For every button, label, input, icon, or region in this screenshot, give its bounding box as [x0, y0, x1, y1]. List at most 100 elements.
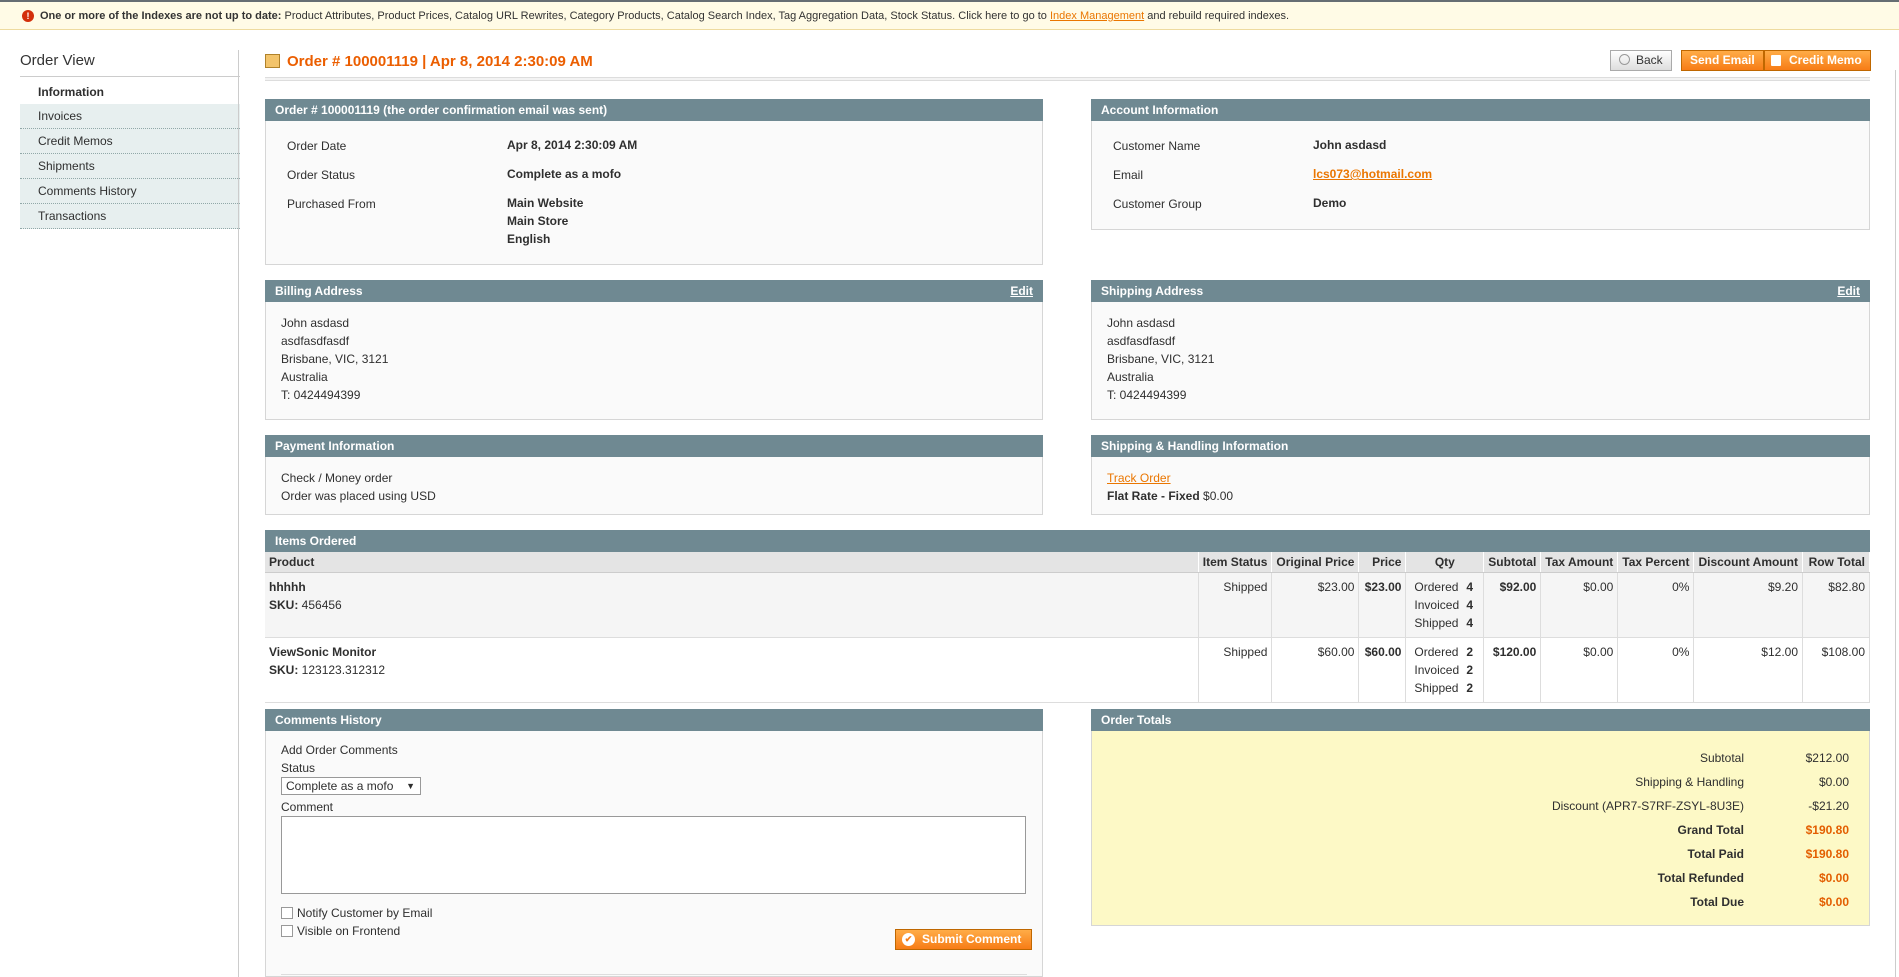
- customer-email-link[interactable]: lcs073@hotmail.com: [1313, 165, 1432, 183]
- sidebar: Order View Information Invoices Credit M…: [20, 52, 240, 229]
- product-sku: 456456: [298, 597, 342, 612]
- shipping-handling-title: Shipping & Handling Information: [1091, 435, 1870, 457]
- credit-memo-button[interactable]: Credit Memo: [1764, 50, 1871, 71]
- shipping-address-title: Shipping Address: [1101, 284, 1204, 298]
- visible-frontend-checkbox[interactable]: [281, 925, 293, 937]
- billing-address-header: Billing Address Edit: [265, 280, 1043, 302]
- qty-ordered-label: Ordered: [1414, 644, 1459, 659]
- shipping-handling-amount: $0.00: [1818, 775, 1849, 789]
- billing-address-body: John asdasd asdfasdfasdf Brisbane, VIC, …: [265, 302, 1043, 420]
- comments-divider: [281, 974, 1027, 975]
- col-discount-amount: Discount Amount: [1693, 552, 1803, 573]
- payment-box: Payment Information Check / Money order …: [265, 435, 1043, 515]
- shipping-name: John asdasd: [1107, 316, 1176, 330]
- total-refunded-amount: $0.00: [1818, 871, 1849, 885]
- index-management-link[interactable]: Index Management: [1050, 10, 1144, 22]
- credit-memo-icon: [1771, 55, 1781, 66]
- header-rule: [265, 77, 1870, 81]
- items-ordered: Items Ordered Product Item Status Origin…: [265, 530, 1870, 703]
- send-email-button[interactable]: Send Email: [1681, 50, 1764, 71]
- subtotal: $120.00: [1483, 637, 1542, 703]
- order-totals-box: Order Totals Subtotal $212.00 Shipping & …: [1091, 709, 1870, 926]
- order-box-title: Order # 100001119 (the order confirmatio…: [265, 99, 1043, 121]
- total-paid-label: Total Paid: [1687, 847, 1744, 861]
- grand-total-label: Grand Total: [1677, 823, 1744, 837]
- qty-invoiced: 2: [1466, 662, 1474, 677]
- tab-comments-history[interactable]: Comments History: [20, 179, 240, 204]
- col-product: Product: [265, 552, 1199, 573]
- comments-history-box: Comments History Add Order Comments Stat…: [265, 709, 1043, 977]
- tax-percent: 0%: [1617, 572, 1695, 638]
- status-select[interactable]: Complete as a mofo ▼: [281, 777, 421, 795]
- order-icon: [265, 54, 280, 68]
- page-title: Order # 100001119 | Apr 8, 2014 2:30:09 …: [287, 53, 593, 70]
- row-total: $108.00: [1802, 637, 1870, 703]
- billing-address-title: Billing Address: [275, 284, 363, 298]
- comment-label: Comment: [281, 800, 334, 814]
- discount-amount-total: -$21.20: [1808, 799, 1849, 813]
- tab-shipments[interactable]: Shipments: [20, 154, 240, 179]
- original-price: $23.00: [1271, 572, 1360, 638]
- order-date: Apr 8, 2014 2:30:09 AM: [507, 138, 638, 152]
- tab-credit-memos[interactable]: Credit Memos: [20, 129, 240, 154]
- product-name: ViewSonic Monitor: [269, 644, 377, 659]
- account-box-body: Customer Name John asdasd Email lcs073@hot…: [1091, 121, 1870, 230]
- notice-lead: One or more of the Indexes are not up to…: [40, 10, 282, 22]
- qty-invoiced: 4: [1466, 597, 1474, 612]
- tab-invoices[interactable]: Invoices: [20, 104, 240, 129]
- notify-customer-label: Notify Customer by Email: [297, 906, 433, 920]
- credit-memo-label: Credit Memo: [1789, 53, 1862, 67]
- shipping-method: Flat Rate - Fixed: [1107, 489, 1200, 503]
- qty-cell: Ordered 4 Invoiced 4 Shipped 4: [1405, 572, 1485, 638]
- qty-ordered: 2: [1466, 644, 1474, 659]
- customer-name-label: Customer Name: [1113, 139, 1201, 153]
- qty-ordered-label: Ordered: [1414, 579, 1459, 594]
- discount-amount: $12.00: [1693, 637, 1803, 703]
- back-icon: [1619, 54, 1630, 65]
- notify-customer-checkbox[interactable]: [281, 907, 293, 919]
- comment-textarea[interactable]: [281, 816, 1026, 894]
- visible-frontend-label: Visible on Frontend: [297, 924, 401, 938]
- items-box: Items Ordered: [265, 530, 1870, 552]
- back-label: Back: [1636, 53, 1663, 67]
- chevron-down-icon: ▼: [406, 781, 415, 791]
- payment-title: Payment Information: [265, 435, 1043, 457]
- shipping-country: Australia: [1107, 370, 1154, 384]
- tab-information[interactable]: Information: [20, 80, 240, 104]
- qty-shipped: 4: [1466, 615, 1474, 630]
- qty-cell: Ordered 2 Invoiced 2 Shipped 2: [1405, 637, 1485, 703]
- billing-country: Australia: [281, 370, 328, 384]
- shipping-city: Brisbane, VIC, 3121: [1107, 352, 1215, 366]
- product-cell: ViewSonic Monitor SKU: 123123.312312: [265, 637, 1199, 703]
- billing-edit-link[interactable]: Edit: [1010, 280, 1033, 302]
- comments-history-title: Comments History: [265, 709, 1043, 731]
- discount-label: Discount (APR7-S7RF-ZSYL-8U3E): [1551, 799, 1744, 813]
- billing-address-box: Billing Address Edit John asdasd asdfasdf…: [265, 280, 1043, 420]
- product-sku: 123123.312312: [298, 662, 386, 677]
- shipping-street: asdfasdfasdf: [1107, 334, 1176, 348]
- tab-transactions[interactable]: Transactions: [20, 204, 240, 229]
- comments-body: Add Order Comments Status Complete as a …: [265, 731, 1043, 977]
- qty-invoiced-label: Invoiced: [1414, 662, 1460, 677]
- track-order-link[interactable]: Track Order: [1107, 471, 1171, 485]
- customer-name: John asdasd: [1313, 138, 1387, 152]
- shipping-edit-link[interactable]: Edit: [1837, 280, 1860, 302]
- col-original-price: Original Price: [1271, 552, 1360, 573]
- total-refunded-label: Total Refunded: [1657, 871, 1744, 885]
- total-paid-amount: $190.80: [1805, 847, 1849, 861]
- col-tax-amount: Tax Amount: [1540, 552, 1619, 573]
- back-button[interactable]: Back: [1610, 50, 1672, 71]
- purchased-from: Main Website Main Store English: [507, 194, 583, 248]
- shipping-handling-label: Shipping & Handling: [1635, 775, 1744, 789]
- shipping-handling-box: Shipping & Handling Information Track Or…: [1091, 435, 1870, 515]
- order-box: Order # 100001119 (the order confirmatio…: [265, 99, 1043, 265]
- order-status: Complete as a mofo: [507, 167, 622, 181]
- subtotal-label: Subtotal: [1699, 751, 1744, 765]
- status-label: Status: [281, 761, 316, 775]
- submit-comment-button[interactable]: ✔ Submit Comment: [895, 929, 1033, 950]
- discount-amount: $9.20: [1693, 572, 1803, 638]
- price: $60.00: [1358, 637, 1407, 703]
- items-header-row: Product Item Status Original Price Price…: [265, 552, 1870, 573]
- billing-phone: T: 0424494399: [281, 388, 361, 402]
- submit-comment-label: Submit Comment: [922, 932, 1022, 946]
